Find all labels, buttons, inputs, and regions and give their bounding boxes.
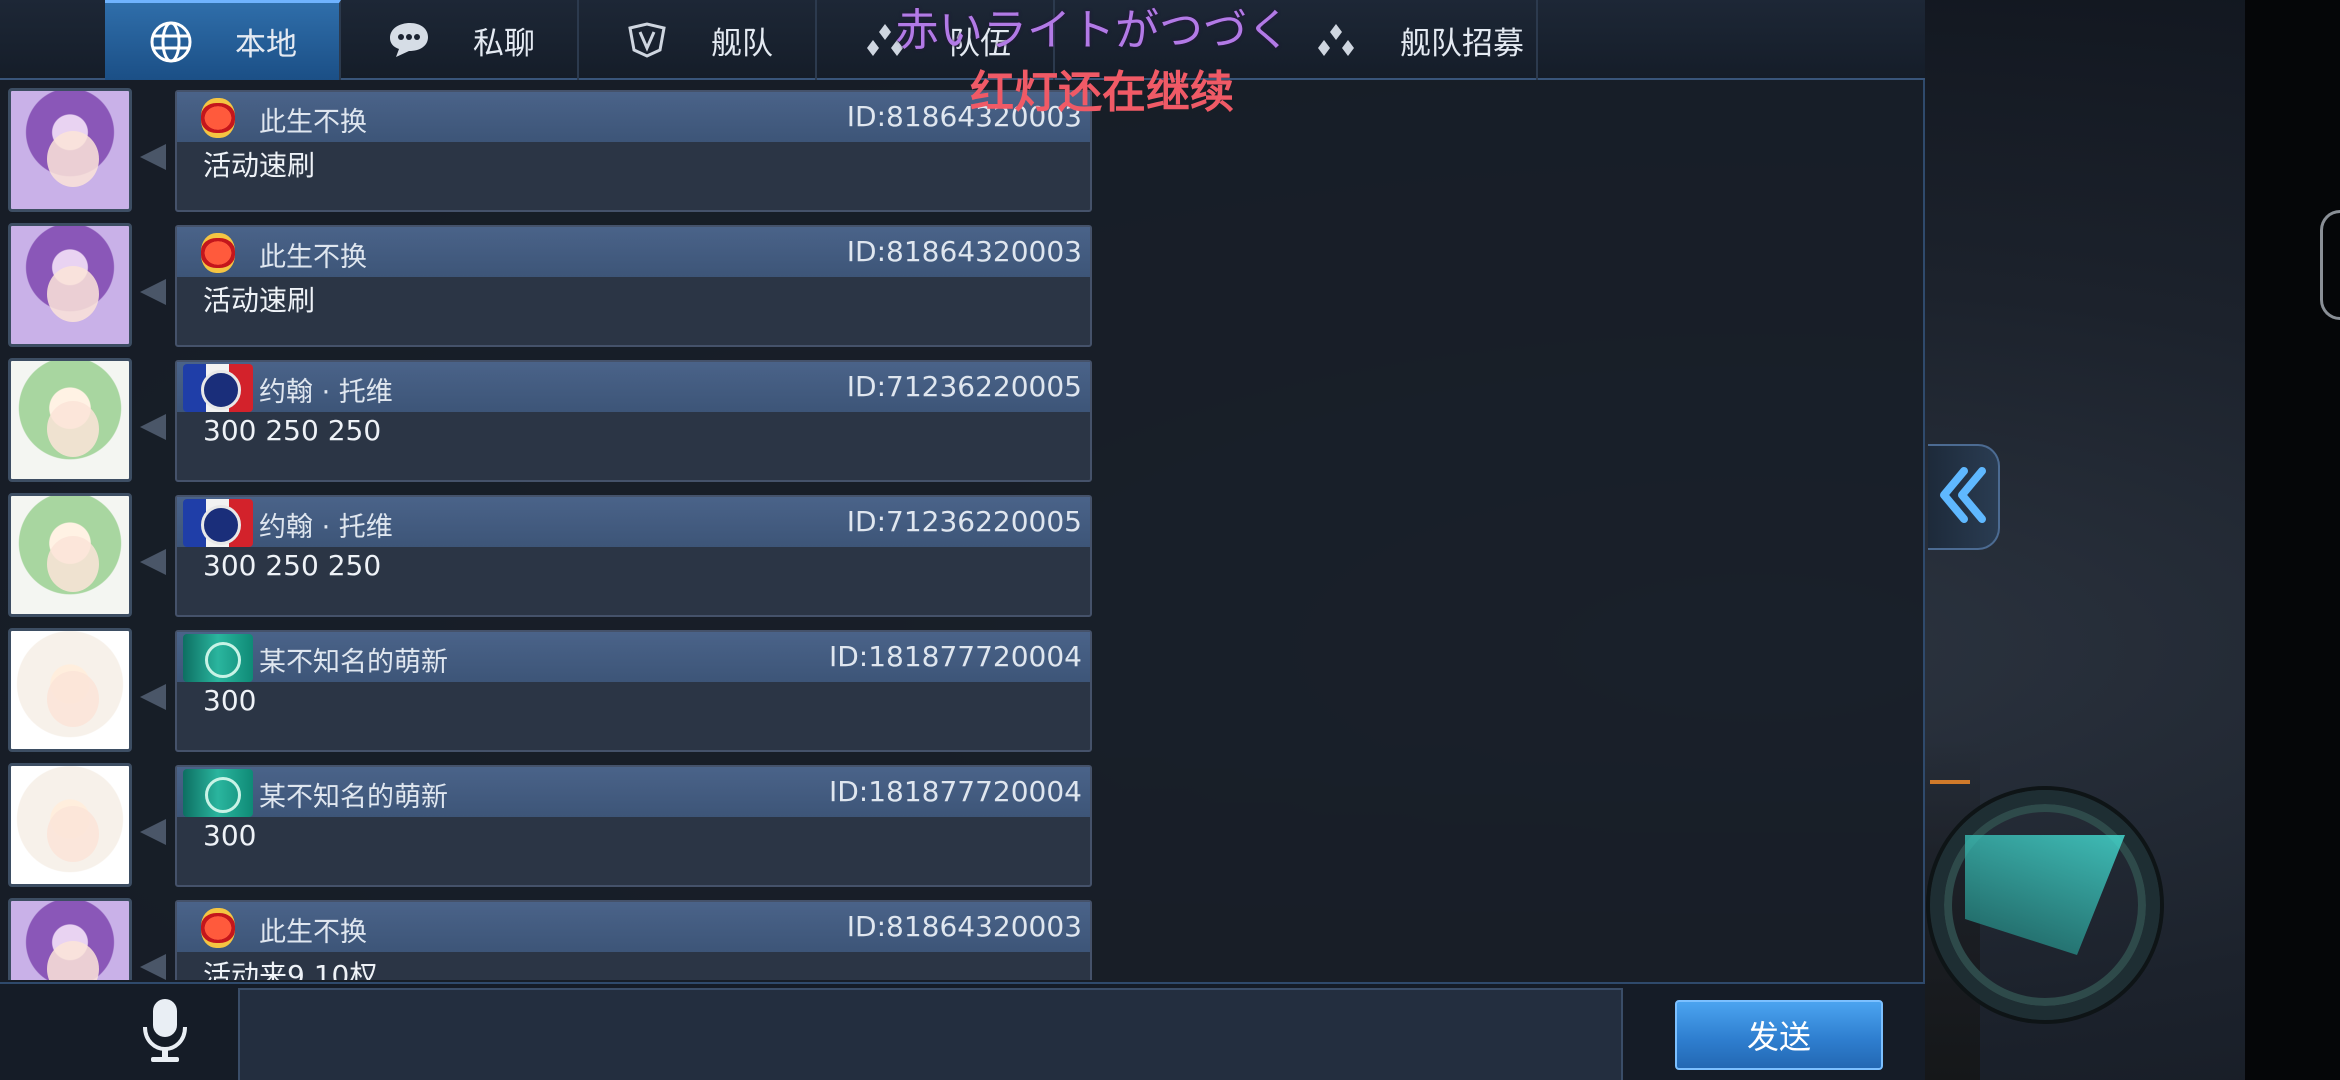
bubble-pointer (140, 144, 166, 170)
tab-fleet-recruit[interactable]: 舰队招募 (1300, 0, 1538, 80)
list-item: 此生不换 ID:81864320003 活动速刷 (0, 82, 1100, 217)
message-text: 300 250 250 (203, 414, 382, 447)
list-item: 此生不换 ID:81864320003 活动速刷 (0, 217, 1100, 352)
avatar[interactable] (8, 898, 132, 980)
message-text: 300 (203, 819, 257, 852)
tab-local-label: 本地 (235, 27, 297, 63)
message-text: 活动速刷 (203, 149, 316, 182)
sender-name[interactable]: 约翰 · 托维 (259, 505, 393, 544)
message-bubble: 约翰 · 托维 ID:71236220005 300 250 250 (175, 360, 1092, 482)
message-header: 约翰 · 托维 ID:71236220005 (177, 362, 1090, 412)
list-item: 此生不换 ID:81864320003 活动来9.10权 (0, 892, 1100, 980)
sender-id: ID:71236220005 (846, 370, 1082, 403)
lantern-icon (183, 904, 253, 952)
bubble-pointer (140, 819, 166, 845)
sender-name[interactable]: 此生不换 (259, 100, 367, 139)
tab-local[interactable]: 本地 (105, 0, 341, 80)
bubble-pointer (140, 549, 166, 575)
bubble-pointer (140, 954, 166, 980)
avatar[interactable] (8, 88, 132, 212)
green-flag-icon (183, 769, 253, 817)
subtitle-overlay-chinese: 红灯还在继续 (970, 67, 1234, 118)
bubble-pointer (140, 684, 166, 710)
bubble-pointer (140, 279, 166, 305)
sender-name[interactable]: 某不知名的萌新 (259, 640, 448, 679)
background-edge (2245, 0, 2340, 1080)
send-button[interactable]: 发送 (1675, 1000, 1883, 1070)
sender-id: ID:81864320003 (846, 910, 1082, 943)
collapse-chat-button[interactable] (1928, 444, 2000, 550)
list-item: 某不知名的萌新 ID:181877720004 300 (0, 757, 1100, 892)
microphone-icon (139, 997, 191, 1069)
message-bubble: 某不知名的萌新 ID:181877720004 300 (175, 765, 1092, 887)
french-flag-icon (183, 499, 253, 547)
message-text: 活动速刷 (203, 284, 316, 317)
voice-input-button[interactable] (135, 994, 195, 1072)
app-root: 本地 私聊 舰队 队伍 舰队招募 此生不换 ID:81864320003 活动速… (0, 0, 2340, 1080)
message-bubble: 约翰 · 托维 ID:71236220005 300 250 250 (175, 495, 1092, 617)
message-header: 某不知名的萌新 ID:181877720004 (177, 767, 1090, 817)
avatar[interactable] (8, 223, 132, 347)
chat-bubble-icon (385, 16, 433, 64)
message-header: 约翰 · 托维 ID:71236220005 (177, 497, 1090, 547)
avatar[interactable] (8, 628, 132, 752)
message-list[interactable]: 此生不换 ID:81864320003 活动速刷 此生不换 ID:8186432… (0, 82, 1100, 980)
bubble-pointer (140, 414, 166, 440)
tab-fleet-recruit-label: 舰队招募 (1400, 25, 1524, 62)
chat-panel: 本地 私聊 舰队 队伍 舰队招募 此生不换 ID:81864320003 活动速… (0, 0, 1925, 1080)
message-header: 某不知名的萌新 ID:181877720004 (177, 632, 1090, 682)
message-bubble: 此生不换 ID:81864320003 活动速刷 (175, 225, 1092, 347)
message-text: 300 250 250 (203, 549, 382, 582)
sender-id: ID:181877720004 (828, 640, 1082, 673)
list-item: 约翰 · 托维 ID:71236220005 300 250 250 (0, 352, 1100, 487)
recruit-diamond-icon (1312, 16, 1360, 64)
message-header: 此生不换 ID:81864320003 (177, 902, 1090, 952)
background-accent-light (1930, 780, 1970, 784)
message-header: 此生不换 ID:81864320003 (177, 227, 1090, 277)
sender-name[interactable]: 此生不换 (259, 235, 367, 274)
message-bubble: 某不知名的萌新 ID:181877720004 300 (175, 630, 1092, 752)
list-item: 某不知名的萌新 ID:181877720004 300 (0, 622, 1100, 757)
message-header: 此生不换 ID:81864320003 (177, 92, 1090, 142)
tab-private-chat-label: 私聊 (473, 25, 535, 62)
double-chevron-left-icon (1936, 465, 1990, 529)
side-button-edge-icon (2320, 210, 2340, 320)
chat-message-input[interactable] (238, 988, 1623, 1080)
list-item: 约翰 · 托维 ID:71236220005 300 250 250 (0, 487, 1100, 622)
lantern-icon (183, 94, 253, 142)
sender-name[interactable]: 约翰 · 托维 (259, 370, 393, 409)
green-flag-icon (183, 634, 253, 682)
avatar[interactable] (8, 358, 132, 482)
avatar[interactable] (8, 763, 132, 887)
sender-id: ID:71236220005 (846, 505, 1082, 538)
lantern-icon (183, 229, 253, 277)
fleet-emblem-icon (623, 16, 671, 64)
french-flag-icon (183, 364, 253, 412)
avatar[interactable] (8, 493, 132, 617)
message-bubble: 此生不换 ID:81864320003 活动来9.10权 (175, 900, 1092, 980)
tab-private-chat[interactable]: 私聊 (343, 0, 579, 80)
sender-name[interactable]: 某不知名的萌新 (259, 775, 448, 814)
tab-fleet[interactable]: 舰队 (581, 0, 817, 80)
sender-id: ID:181877720004 (828, 775, 1082, 808)
message-text: 活动来9.10权 (203, 959, 378, 980)
chat-input-bar: 发送 (0, 982, 1925, 1080)
sender-id: ID:81864320003 (846, 235, 1082, 268)
message-text: 300 (203, 684, 257, 717)
message-bubble: 此生不换 ID:81864320003 活动速刷 (175, 90, 1092, 212)
globe-icon (147, 18, 195, 66)
tab-fleet-label: 舰队 (711, 25, 773, 62)
sender-name[interactable]: 此生不换 (259, 910, 367, 949)
subtitle-overlay-japanese: 赤いライトがつづく (895, 5, 1291, 56)
